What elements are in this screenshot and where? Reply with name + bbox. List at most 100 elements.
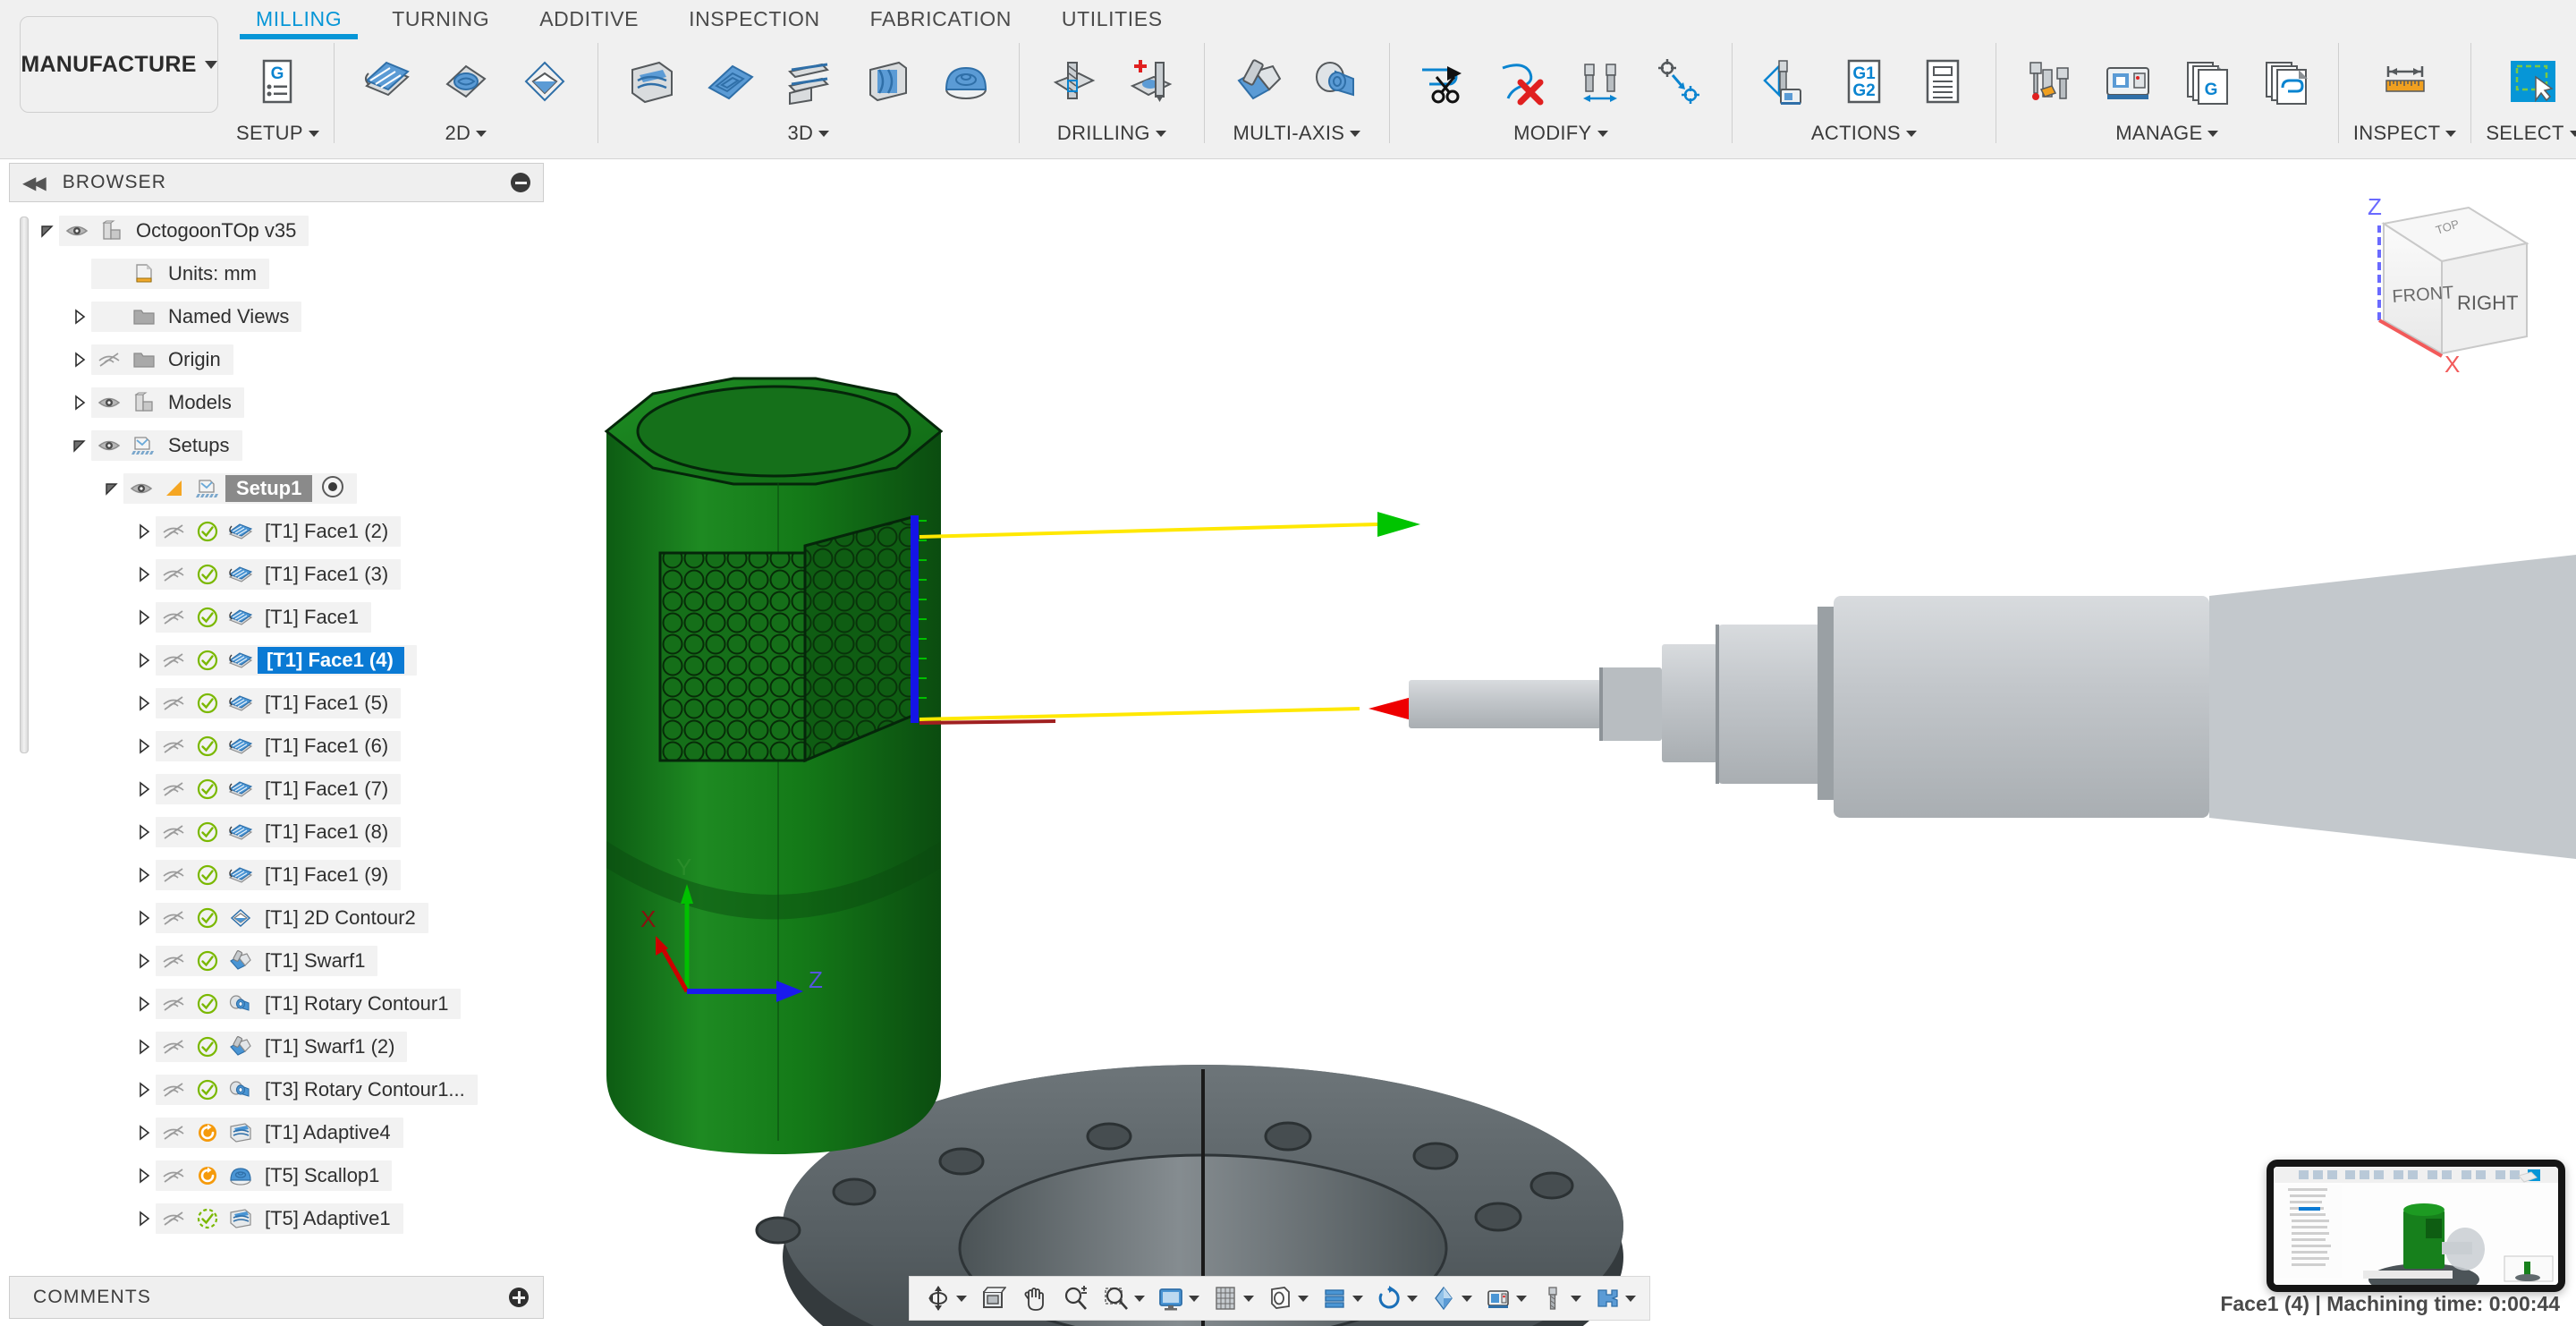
- eye-hidden-icon[interactable]: [156, 608, 191, 626]
- machine-library-icon[interactable]: [2089, 43, 2166, 120]
- tree-row[interactable]: OctogoonTOp v35: [36, 209, 544, 252]
- panel-dropdown-inspect[interactable]: INSPECT: [2353, 122, 2457, 145]
- twisty-collapsed-icon[interactable]: [132, 566, 156, 582]
- minimize-icon[interactable]: [511, 173, 530, 192]
- eye-hidden-icon[interactable]: [156, 694, 191, 712]
- nav-look-at[interactable]: [973, 1283, 1013, 1313]
- twisty-collapsed-icon[interactable]: [132, 1082, 156, 1098]
- tree-row[interactable]: [T1] Rotary Contour1: [36, 982, 544, 1025]
- eye-visible-icon[interactable]: [123, 480, 159, 497]
- twisty-collapsed-icon[interactable]: [132, 867, 156, 883]
- panel-dropdown-3d[interactable]: 3D: [787, 122, 830, 145]
- tree-row[interactable]: [T1] Face1 (7): [36, 768, 544, 811]
- tree-row[interactable]: [T1] Face1 (8): [36, 811, 544, 854]
- tree-row[interactable]: [T1] Face1 (3): [36, 553, 544, 596]
- eye-hidden-icon[interactable]: [156, 565, 191, 583]
- eye-hidden-icon[interactable]: [156, 780, 191, 798]
- template-library-icon[interactable]: [2247, 43, 2324, 120]
- add-comment-icon[interactable]: [509, 1288, 529, 1307]
- cutting-tool-assembly[interactable]: [1409, 555, 2576, 859]
- tree-row[interactable]: Setups: [36, 424, 544, 467]
- eye-visible-icon[interactable]: [91, 437, 127, 455]
- setup-g-icon[interactable]: G: [239, 43, 316, 120]
- trim-toolpath-icon[interactable]: [1404, 43, 1481, 120]
- tree-row[interactable]: [T5] Adaptive1: [36, 1197, 544, 1240]
- scallop-3d-icon[interactable]: [928, 43, 1004, 120]
- post-library-icon[interactable]: G: [2168, 43, 2245, 120]
- twisty-collapsed-icon[interactable]: [68, 352, 91, 368]
- nav-viewports[interactable]: [1260, 1283, 1313, 1313]
- panel-dropdown-actions[interactable]: ACTIONS: [1811, 122, 1917, 145]
- nav-display-settings[interactable]: [1151, 1283, 1204, 1313]
- navigation-toolbar[interactable]: [909, 1276, 1650, 1321]
- comments-panel[interactable]: COMMENTS: [9, 1276, 544, 1319]
- twisty-collapsed-icon[interactable]: [132, 1125, 156, 1141]
- nav-toolpath-visibility[interactable]: [1424, 1283, 1477, 1313]
- transform-icon[interactable]: [1640, 43, 1717, 120]
- tool-library-icon[interactable]: [2011, 43, 2088, 120]
- eye-hidden-icon[interactable]: [156, 1081, 191, 1099]
- eye-hidden-icon[interactable]: [156, 523, 191, 540]
- nav-orbit[interactable]: [919, 1283, 971, 1313]
- nav-machine-visibility[interactable]: [1479, 1283, 1531, 1313]
- twisty-collapsed-icon[interactable]: [132, 695, 156, 711]
- nav-zoom[interactable]: [1055, 1283, 1095, 1313]
- eye-visible-icon[interactable]: [91, 394, 127, 412]
- horizontal-3d-icon[interactable]: [770, 43, 847, 120]
- tree-row[interactable]: [T1] Face1: [36, 596, 544, 639]
- select-window-icon[interactable]: [2495, 43, 2572, 120]
- eye-hidden-icon[interactable]: [156, 995, 191, 1013]
- twisty-expanded-icon[interactable]: [68, 438, 91, 454]
- tree-row[interactable]: Setup1: [36, 467, 544, 510]
- panel-dropdown-2d[interactable]: 2D: [445, 122, 487, 145]
- twisty-collapsed-icon[interactable]: [68, 309, 91, 325]
- panel-dropdown-drilling[interactable]: DRILLING: [1057, 122, 1166, 145]
- eye-hidden-icon[interactable]: [156, 952, 191, 970]
- nav-grid-snap[interactable]: [1206, 1283, 1258, 1313]
- twisty-collapsed-icon[interactable]: [132, 953, 156, 969]
- view-cube[interactable]: FRONT RIGHT TOP Z X: [2368, 193, 2529, 378]
- collapse-left-icon[interactable]: ◀◀: [22, 172, 47, 194]
- adaptive-3d-icon[interactable]: [613, 43, 690, 120]
- tree-row[interactable]: [T1] 2D Contour2: [36, 897, 544, 939]
- eye-hidden-icon[interactable]: [156, 1038, 191, 1056]
- tree-row[interactable]: [T3] Rotary Contour1...: [36, 1068, 544, 1111]
- tab-fabrication[interactable]: FABRICATION: [845, 0, 1037, 39]
- panel-dropdown-multi-axis[interactable]: MULTI-AXIS: [1233, 122, 1361, 145]
- tree-row[interactable]: [T1] Swarf1: [36, 939, 544, 982]
- measure-icon[interactable]: [2367, 43, 2444, 120]
- panel-dropdown-manage[interactable]: MANAGE: [2115, 122, 2219, 145]
- tree-row[interactable]: [T1] Adaptive4: [36, 1111, 544, 1154]
- eye-hidden-icon[interactable]: [91, 351, 127, 369]
- twisty-expanded-icon[interactable]: [100, 480, 123, 497]
- panel-dropdown-select[interactable]: SELECT: [2486, 122, 2576, 145]
- tab-utilities[interactable]: UTILITIES: [1037, 0, 1188, 39]
- tree-row-selected[interactable]: [T1] Face1 (4): [36, 639, 544, 682]
- simulate-icon[interactable]: [1747, 43, 1824, 120]
- twisty-collapsed-icon[interactable]: [132, 781, 156, 797]
- eye-hidden-icon[interactable]: [156, 823, 191, 841]
- eye-hidden-icon[interactable]: [156, 1124, 191, 1142]
- panel-dropdown-modify[interactable]: MODIFY: [1513, 122, 1608, 145]
- twisty-collapsed-icon[interactable]: [132, 910, 156, 926]
- tree-row[interactable]: [T1] Swarf1 (2): [36, 1025, 544, 1068]
- nav-zoom-window[interactable]: [1097, 1283, 1149, 1313]
- face-icon[interactable]: [349, 43, 426, 120]
- twisty-collapsed-icon[interactable]: [132, 1039, 156, 1055]
- twisty-collapsed-icon[interactable]: [132, 824, 156, 840]
- twisty-collapsed-icon[interactable]: [132, 1168, 156, 1184]
- tree-row[interactable]: [T1] Face1 (6): [36, 725, 544, 768]
- workspace-switcher[interactable]: MANUFACTURE: [20, 16, 218, 113]
- twisty-collapsed-icon[interactable]: [132, 523, 156, 540]
- tree-row[interactable]: Models: [36, 381, 544, 424]
- contour-2d-icon[interactable]: [506, 43, 583, 120]
- post-process-icon[interactable]: G1 G2: [1826, 43, 1902, 120]
- nav-fixture-visibility[interactable]: [1588, 1283, 1640, 1313]
- pocket-3d-icon[interactable]: [691, 43, 768, 120]
- twisty-collapsed-icon[interactable]: [132, 996, 156, 1012]
- nav-refresh-toolpath[interactable]: [1369, 1283, 1422, 1313]
- screenshot-thumbnail[interactable]: [2267, 1160, 2565, 1292]
- tree-row[interactable]: [T1] Face1 (5): [36, 682, 544, 725]
- delete-toolpath-icon[interactable]: [1483, 43, 1560, 120]
- pocket-2d-icon[interactable]: [428, 43, 504, 120]
